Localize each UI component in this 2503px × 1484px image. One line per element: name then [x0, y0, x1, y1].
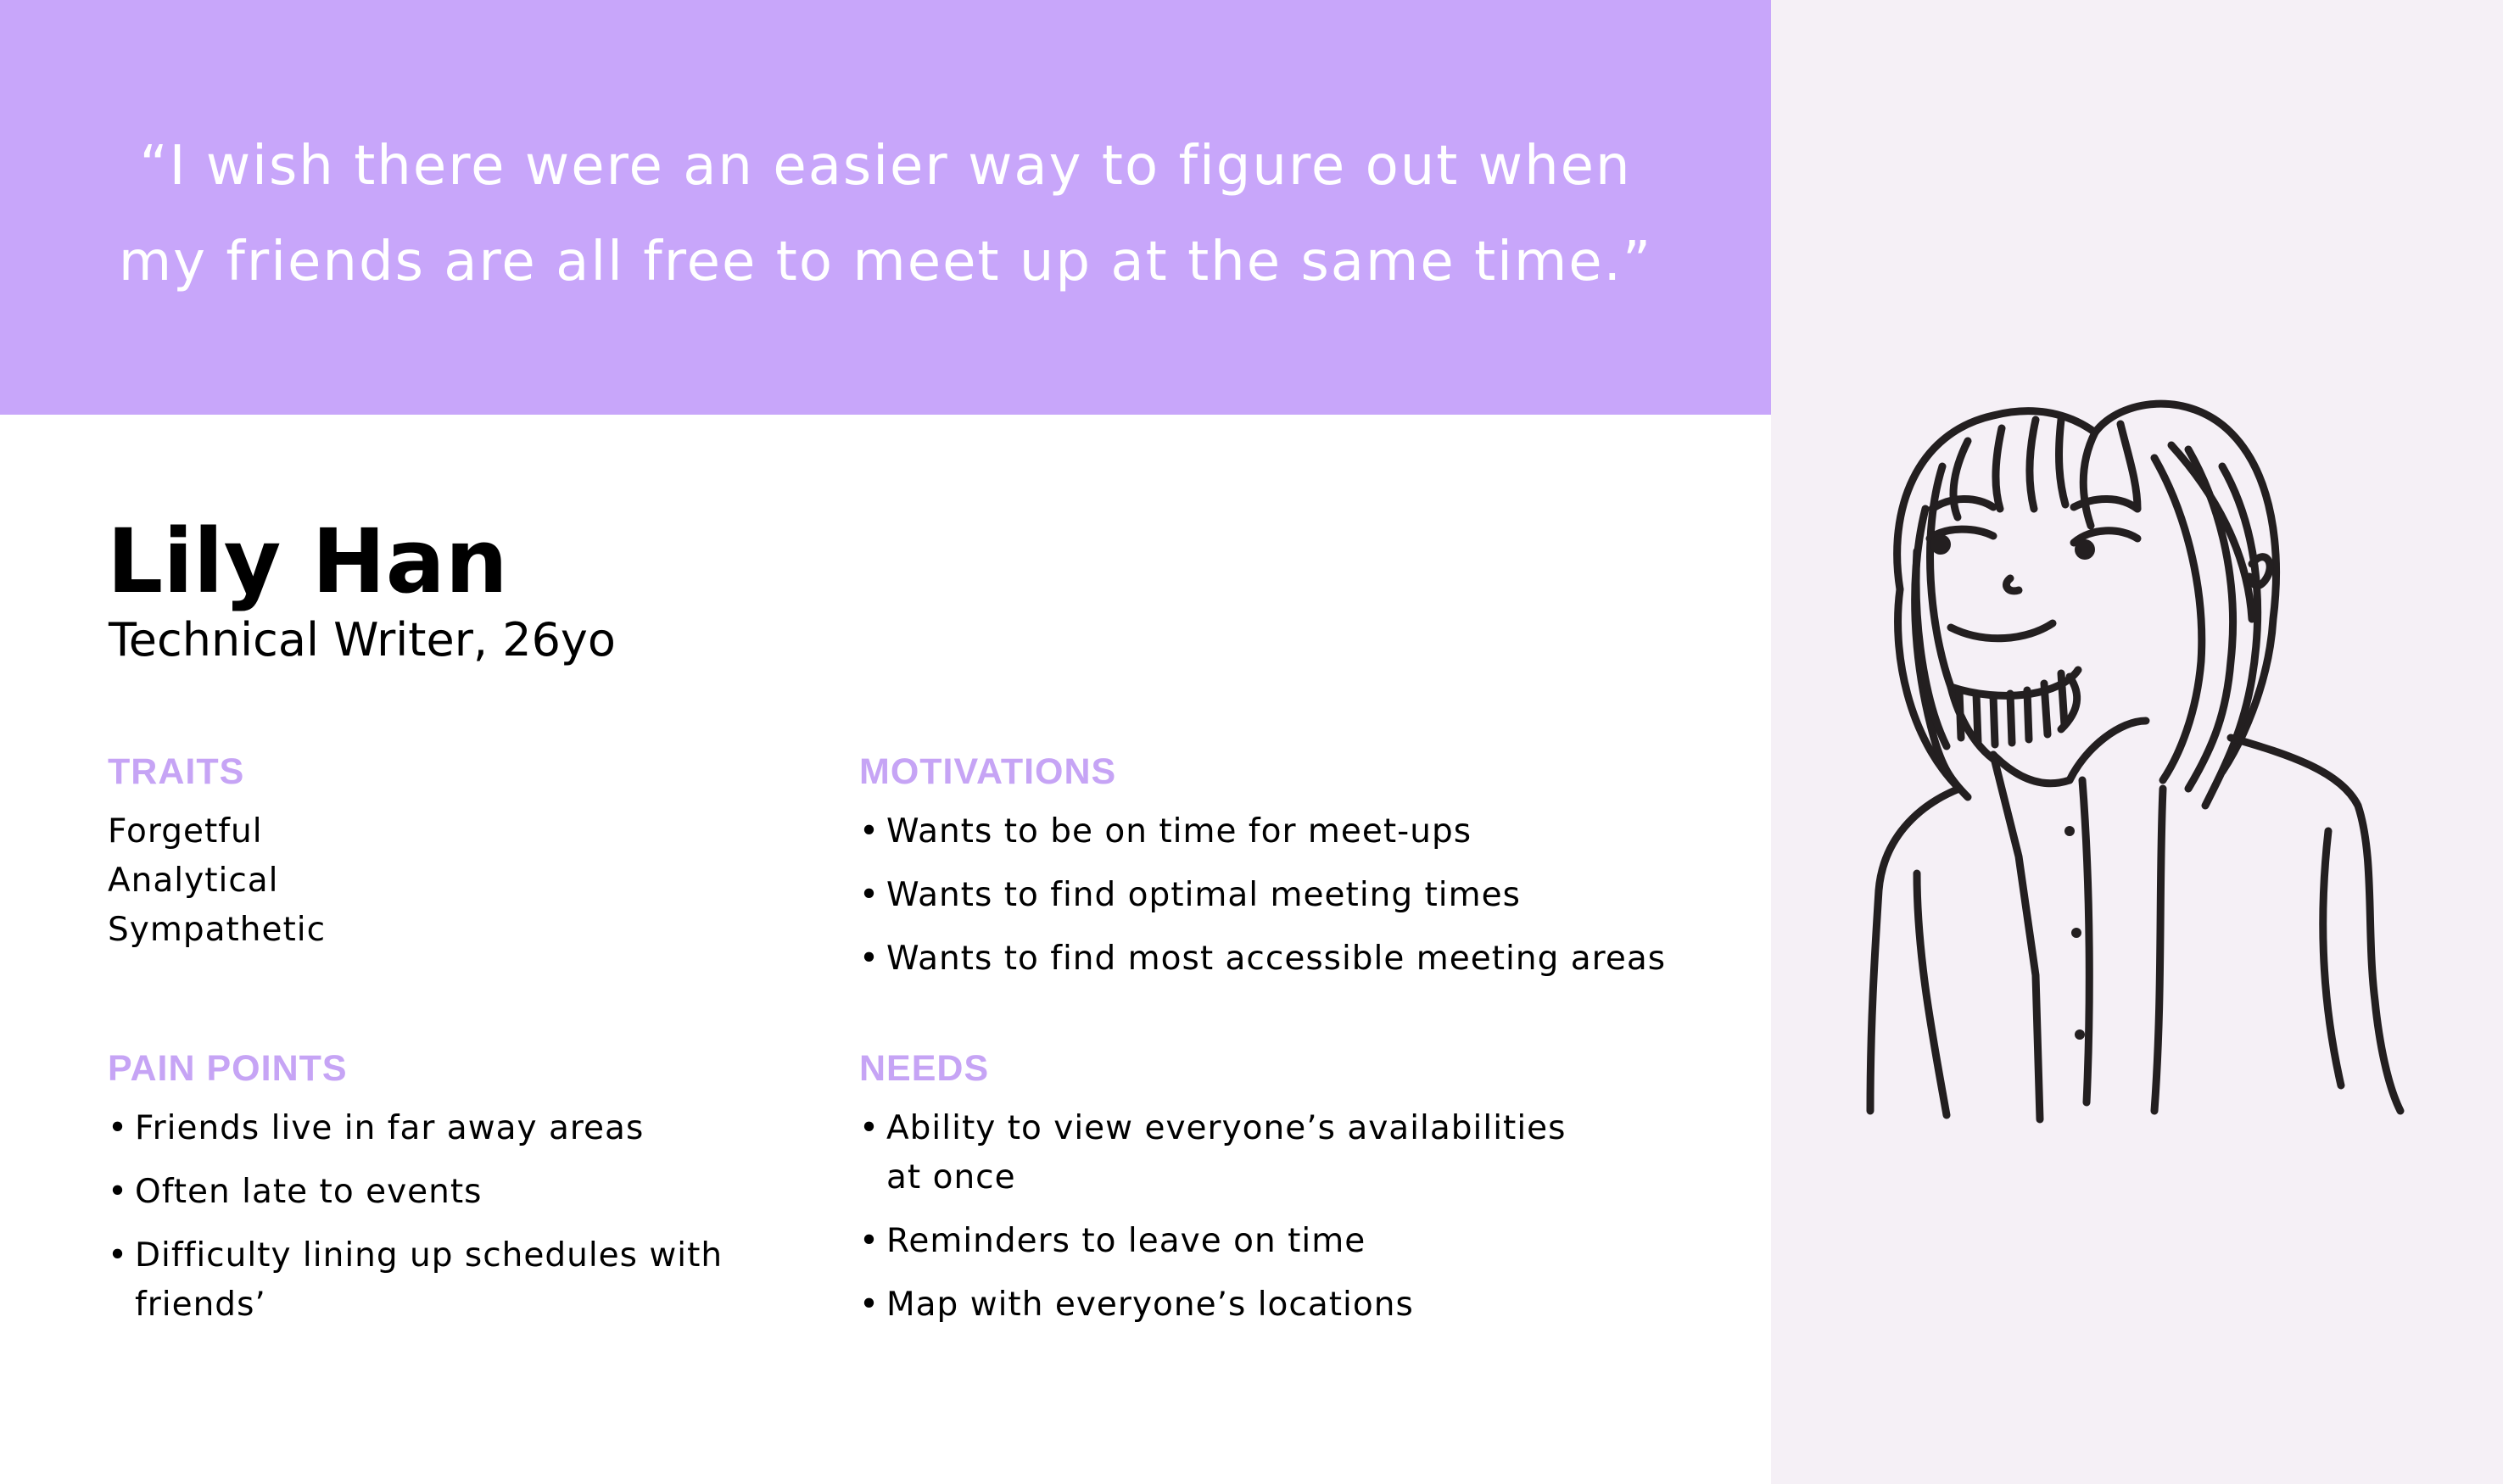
need-item: Ability to view everyone’s availabilitie…: [859, 1104, 1758, 1202]
pain-point-item: Difficulty lining up schedules with frie…: [108, 1231, 837, 1330]
quote-banner: “I wish there were an easier way to figu…: [0, 0, 1771, 415]
pain-points-section: PAIN POINTS Friends live in far away are…: [108, 1043, 837, 1344]
motivation-item: Wants to find optimal meeting times: [859, 871, 1758, 920]
persona-name: Lily Han: [107, 510, 508, 613]
motivations-section: MOTIVATIONS Wants to be on time for meet…: [859, 746, 1758, 998]
needs-heading: NEEDS: [859, 1048, 990, 1089]
needs-list: Ability to view everyone’s availabilitie…: [859, 1104, 1758, 1330]
motivation-item: Wants to find most accessible meeting ar…: [859, 934, 1758, 984]
pain-points-heading: PAIN POINTS: [108, 1048, 348, 1089]
motivations-list: Wants to be on time for meet-ups Wants t…: [859, 807, 1758, 984]
pain-point-item: Often late to events: [108, 1168, 837, 1217]
motivations-heading: MOTIVATIONS: [859, 751, 1117, 792]
traits-heading: TRAITS: [108, 751, 245, 792]
persona-quote: “I wish there were an easier way to figu…: [118, 135, 1653, 293]
persona-portrait-illustration: [1866, 399, 2405, 1124]
traits-list: Forgetful Analytical Sympathetic: [108, 807, 803, 955]
trait-item: Sympathetic: [108, 911, 327, 949]
traits-section: TRAITS Forgetful Analytical Sympathetic: [108, 746, 803, 955]
persona-role: Technical Writer, 26yo: [109, 613, 616, 667]
motivation-item: Wants to be on time for meet-ups: [859, 807, 1758, 856]
needs-section: NEEDS Ability to view everyone’s availab…: [859, 1043, 1758, 1344]
pain-point-item: Friends live in far away areas: [108, 1104, 837, 1153]
pain-points-list: Friends live in far away areas Often lat…: [108, 1104, 837, 1330]
persona-card: “I wish there were an easier way to figu…: [0, 0, 2503, 1484]
need-item: Reminders to leave on time: [859, 1217, 1758, 1266]
need-item: Map with everyone’s locations: [859, 1280, 1758, 1330]
trait-item: Analytical: [108, 862, 279, 900]
trait-item: Forgetful: [108, 812, 263, 851]
